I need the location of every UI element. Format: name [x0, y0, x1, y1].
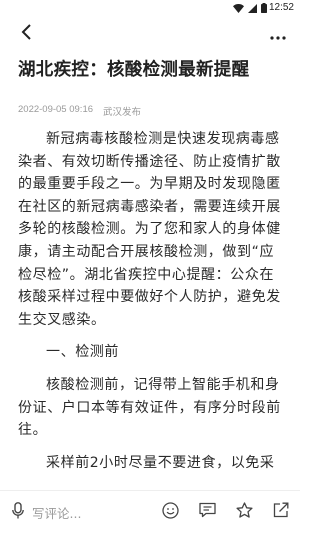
status-time: 12:52	[268, 1, 294, 13]
emoji-icon	[161, 501, 179, 523]
back-button[interactable]	[14, 22, 38, 46]
favorite-button[interactable]	[235, 501, 253, 523]
article-section-heading: 一、检测前	[46, 344, 119, 361]
chevron-left-icon	[20, 24, 32, 44]
favorite-star-icon	[235, 501, 253, 523]
article-paragraph: 采样前2小时尽量不要进食，以免采	[46, 454, 275, 471]
article-title: 湖北疾控：核酸检测最新提醒	[18, 60, 250, 80]
bottom-bar: 写评论...	[0, 490, 300, 533]
comment-input[interactable]: 写评论...	[12, 501, 161, 523]
more-dots-icon	[270, 25, 286, 44]
comment-icon	[198, 502, 216, 522]
status-bar: 12:52	[0, 0, 300, 14]
article-body: 新冠病毒核酸检测是快速发现病毒感染者、有效切断传播途径、防止疫情扩散的最重要手段…	[18, 128, 282, 474]
article-date: 2022-09-05 09:16	[18, 104, 94, 115]
article: 湖北疾控：核酸检测最新提醒 2022-09-05 09:16 武汉发布 新冠病毒…	[0, 58, 300, 474]
article-paragraph: 核酸检测前，记得带上智能手机和身份证、户口本等有效证件，有序分时段前往。	[18, 376, 281, 439]
article-paragraph: 新冠病毒核酸检测是快速发现病毒感染者、有效切断传播途径、防止疫情扩散的最重要手段…	[18, 131, 281, 328]
comments-button[interactable]	[198, 502, 216, 522]
more-options-button[interactable]	[266, 22, 290, 46]
share-button[interactable]	[272, 502, 290, 522]
comment-placeholder: 写评论...	[32, 505, 82, 521]
share-icon	[273, 502, 289, 522]
bottom-actions	[161, 501, 290, 523]
emoji-button[interactable]	[161, 501, 179, 523]
article-meta: 2022-09-05 09:16 武汉发布	[18, 104, 282, 118]
top-bar	[0, 14, 300, 54]
microphone-icon[interactable]	[12, 501, 24, 523]
article-source[interactable]: 武汉发布	[103, 104, 141, 118]
